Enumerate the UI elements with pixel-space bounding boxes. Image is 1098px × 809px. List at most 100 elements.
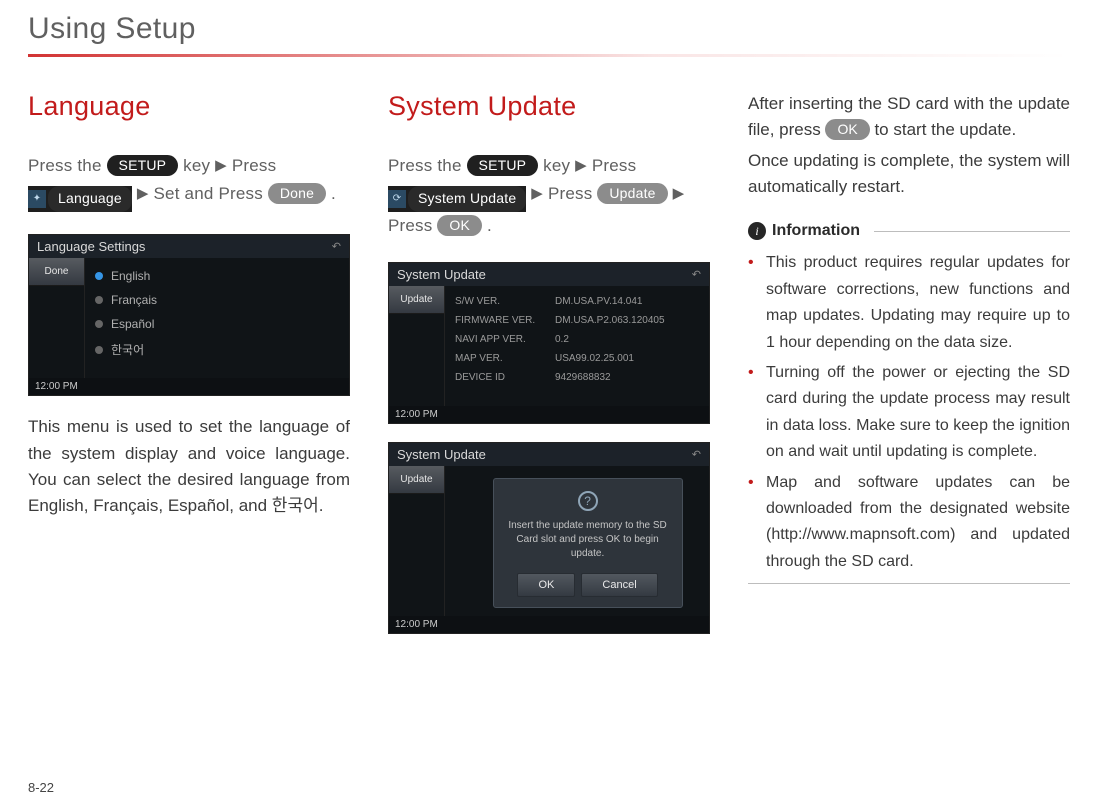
radio-selected-icon bbox=[95, 272, 103, 280]
section-heading-system-update: System Update bbox=[388, 91, 710, 122]
back-icon: ↶ bbox=[332, 240, 341, 253]
key-setup: SETUP bbox=[467, 155, 539, 176]
dialog-ok-button[interactable]: OK bbox=[517, 573, 575, 597]
screenshot-header: System Update ↶ bbox=[389, 443, 709, 466]
screenshot-title: System Update bbox=[397, 267, 486, 282]
language-description: This menu is used to set the language of… bbox=[28, 414, 350, 519]
divider bbox=[748, 583, 1070, 584]
language-steps: Press the SETUP key ▶ Press ✦ Language ▶… bbox=[28, 152, 350, 212]
screenshot-title: Language Settings bbox=[37, 239, 145, 254]
version-key: NAVI APP VER. bbox=[455, 334, 555, 345]
intro-text: to start the update. bbox=[874, 120, 1016, 139]
globe-icon: ✦ bbox=[28, 190, 46, 208]
screenshot-language-settings: Language Settings ↶ Done English Françai… bbox=[28, 234, 350, 396]
key-setup: SETUP bbox=[107, 155, 179, 176]
bullet-marker: • bbox=[748, 470, 766, 576]
bullet-marker: • bbox=[748, 360, 766, 466]
bullet-text: Map and software updates can be download… bbox=[766, 470, 1070, 576]
list-item: •Turning off the power or ejecting the S… bbox=[748, 360, 1070, 466]
radio-unselected-icon bbox=[95, 320, 103, 328]
menu-system-update-label: System Update bbox=[408, 186, 526, 212]
screenshot-main: S/W VER.DM.USA.PV.14.041 FIRMWARE VER.DM… bbox=[445, 286, 709, 406]
bullet-marker: • bbox=[748, 250, 766, 356]
dialog-cancel-button[interactable]: Cancel bbox=[581, 573, 657, 597]
language-option-korean[interactable]: 한국어 bbox=[95, 336, 339, 363]
arrow-icon: ▶ bbox=[673, 185, 685, 202]
menu-language-pill: ✦ Language bbox=[28, 186, 132, 212]
version-key: FIRMWARE VER. bbox=[455, 315, 555, 326]
language-label: 한국어 bbox=[111, 341, 144, 358]
screenshot-sidebar: Done bbox=[29, 258, 85, 378]
system-update-steps: Press the SETUP key ▶ Press ⟳ System Upd… bbox=[388, 152, 710, 240]
menu-language-label: Language bbox=[48, 186, 132, 212]
update-icon: ⟳ bbox=[388, 190, 406, 208]
version-value: DM.USA.P2.063.120405 bbox=[555, 315, 665, 326]
step-text: Press bbox=[592, 156, 636, 175]
step-text: key bbox=[543, 156, 575, 175]
back-icon: ↶ bbox=[692, 268, 701, 281]
screenshot-sidebar: Update bbox=[389, 466, 445, 616]
step-text: Press bbox=[232, 156, 276, 175]
step-text: . bbox=[331, 184, 336, 203]
key-update: Update bbox=[597, 183, 667, 204]
screenshot-system-update-info: System Update ↶ Update S/W VER.DM.USA.PV… bbox=[388, 262, 710, 424]
radio-unselected-icon bbox=[95, 346, 103, 354]
section-heading-language: Language bbox=[28, 91, 350, 122]
menu-system-update-pill: ⟳ System Update bbox=[388, 186, 526, 212]
information-label: Information bbox=[772, 222, 860, 240]
update-intro: After inserting the SD card with the upd… bbox=[748, 91, 1070, 144]
version-key: MAP VER. bbox=[455, 353, 555, 364]
language-label: Español bbox=[111, 317, 154, 331]
screenshot-system-update-dialog: System Update ↶ Update ? Insert the upda… bbox=[388, 442, 710, 634]
version-value: USA99.02.25.001 bbox=[555, 353, 634, 364]
version-value: DM.USA.PV.14.041 bbox=[555, 296, 642, 307]
language-option-english[interactable]: English bbox=[95, 264, 339, 288]
page-title: Using Setup bbox=[28, 12, 1070, 46]
version-key: S/W VER. bbox=[455, 296, 555, 307]
key-done: Done bbox=[268, 183, 326, 204]
step-text: Press bbox=[548, 184, 597, 203]
step-text: Press the bbox=[28, 156, 107, 175]
screenshot-done-button[interactable]: Done bbox=[29, 258, 84, 286]
version-row: NAVI APP VER.0.2 bbox=[455, 330, 699, 349]
step-text: . bbox=[487, 216, 492, 235]
version-row: S/W VER.DM.USA.PV.14.041 bbox=[455, 292, 699, 311]
language-option-francais[interactable]: Français bbox=[95, 288, 339, 312]
version-row: FIRMWARE VER.DM.USA.P2.063.120405 bbox=[455, 311, 699, 330]
version-row: DEVICE ID9429688832 bbox=[455, 368, 699, 387]
arrow-icon: ▶ bbox=[575, 157, 587, 174]
arrow-icon: ▶ bbox=[137, 185, 149, 202]
info-icon: i bbox=[748, 222, 766, 240]
bullet-text: Turning off the power or ejecting the SD… bbox=[766, 360, 1070, 466]
list-item: •This product requires regular updates f… bbox=[748, 250, 1070, 356]
radio-unselected-icon bbox=[95, 296, 103, 304]
version-value: 9429688832 bbox=[555, 372, 611, 383]
update-dialog: ? Insert the update memory to the SD Car… bbox=[493, 478, 683, 608]
language-option-espanol[interactable]: Español bbox=[95, 312, 339, 336]
content-columns: Language Press the SETUP key ▶ Press ✦ L… bbox=[28, 91, 1070, 652]
screenshot-clock: 12:00 PM bbox=[389, 406, 709, 423]
language-label: Français bbox=[111, 293, 157, 307]
screenshot-sidebar: Update bbox=[389, 286, 445, 406]
page-number: 8-22 bbox=[28, 780, 54, 795]
step-text: Press the bbox=[388, 156, 467, 175]
update-restart-text: Once updating is complete, the system wi… bbox=[748, 148, 1070, 201]
language-label: English bbox=[111, 269, 150, 283]
column-info: After inserting the SD card with the upd… bbox=[748, 91, 1070, 652]
step-text: Press bbox=[388, 216, 437, 235]
version-key: DEVICE ID bbox=[455, 372, 555, 383]
screenshot-update-button[interactable]: Update bbox=[389, 466, 444, 494]
question-icon: ? bbox=[578, 491, 598, 511]
step-text: Set and Press bbox=[154, 184, 268, 203]
information-heading: i Information bbox=[748, 222, 1070, 240]
key-ok: OK bbox=[825, 119, 869, 140]
screenshot-update-button[interactable]: Update bbox=[389, 286, 444, 314]
information-list: •This product requires regular updates f… bbox=[748, 250, 1070, 575]
screenshot-title: System Update bbox=[397, 447, 486, 462]
back-icon: ↶ bbox=[692, 448, 701, 461]
dialog-message: Insert the update memory to the SD Card … bbox=[504, 519, 672, 561]
arrow-icon: ▶ bbox=[531, 185, 543, 202]
bullet-text: This product requires regular updates fo… bbox=[766, 250, 1070, 356]
version-value: 0.2 bbox=[555, 334, 569, 345]
divider bbox=[874, 231, 1070, 232]
